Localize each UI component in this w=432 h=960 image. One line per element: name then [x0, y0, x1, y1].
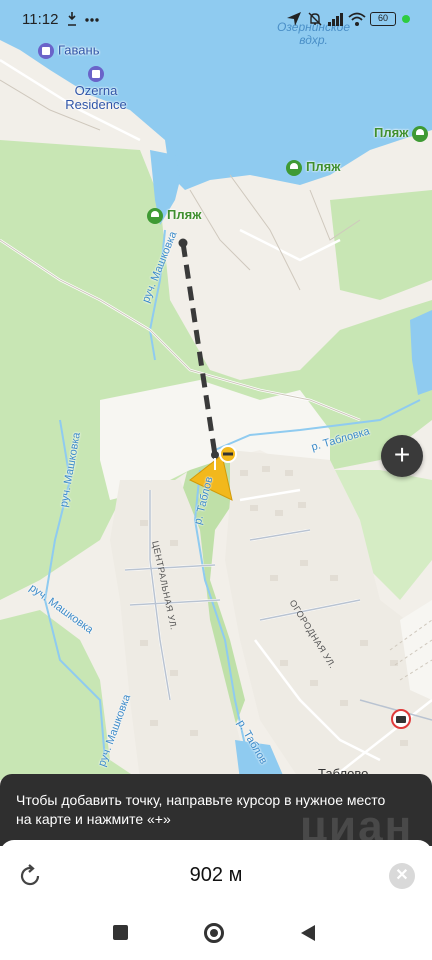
map-view[interactable]: Озернинское вдхр. Гавань Ozerna Residenc…: [0, 0, 432, 840]
hotel-icon: [38, 43, 54, 59]
ruler-bottom-bar: 902 м ✕: [0, 840, 432, 960]
more-icon: [85, 18, 99, 22]
system-nav-bar: [0, 905, 432, 960]
poi-beach-left-label: Пляж: [167, 207, 202, 222]
poi-beach-center-label: Пляж: [306, 159, 341, 174]
mute-icon: [308, 12, 322, 26]
ruler-start-point: [178, 238, 188, 248]
beach-icon: [286, 159, 302, 176]
back-button[interactable]: [300, 924, 316, 942]
beach-icon: [147, 207, 163, 224]
ruler-distance: 902 м: [189, 864, 243, 886]
poi-gavan[interactable]: Гавань: [38, 43, 99, 59]
map-canvas[interactable]: [0, 0, 432, 840]
recents-button[interactable]: [113, 925, 128, 940]
battery-level: 60: [377, 13, 388, 23]
poi-ozerna-label: Ozerna Residence: [65, 83, 127, 112]
notification-dot: [402, 15, 410, 23]
poi-beach-right[interactable]: Пляж: [374, 125, 432, 142]
location-icon: [287, 12, 301, 26]
beach-icon: [412, 125, 429, 142]
ruler-hint-text: Чтобы добавить точку, направьте курсор в…: [16, 792, 386, 827]
signal-icon: [328, 13, 343, 26]
zoom-in-button[interactable]: +: [381, 435, 423, 477]
sync-icon: [68, 12, 76, 26]
battery-icon: 60: [370, 12, 396, 26]
status-time: 11:12: [22, 11, 59, 28]
poi-ozerna[interactable]: Ozerna Residence: [60, 66, 132, 112]
home-button[interactable]: [204, 923, 224, 943]
poi-gavan-label: Гавань: [58, 42, 100, 58]
close-icon[interactable]: ✕: [389, 863, 415, 889]
poi-beach-right-label: Пляж: [374, 125, 409, 140]
status-bar: 11:12 60: [0, 0, 432, 38]
wifi-icon: [348, 12, 366, 26]
ruler-hint-panel: циан Чтобы добавить точку, направьте кур…: [0, 774, 432, 851]
poi-beach-center[interactable]: Пляж: [286, 159, 340, 176]
poi-beach-left[interactable]: Пляж: [147, 207, 201, 224]
hotel-icon: [88, 66, 104, 82]
